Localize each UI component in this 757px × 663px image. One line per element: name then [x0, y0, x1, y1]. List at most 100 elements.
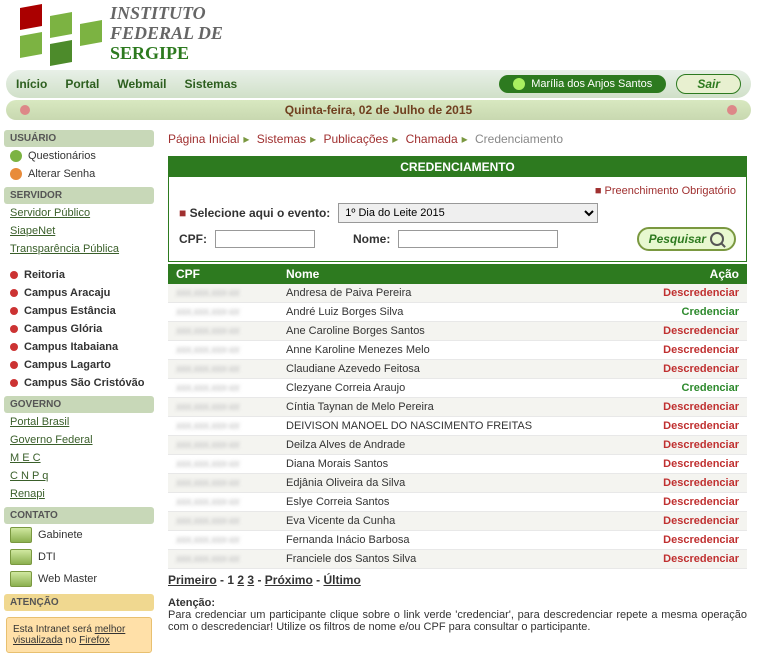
descredenciar-link[interactable]: Descredenciar [663, 515, 739, 527]
institution-title: INSTITUTO FEDERAL DE SERGIPE [110, 4, 223, 63]
bc-publicacoes[interactable]: Publicações [324, 132, 389, 146]
link-transparencia[interactable]: Transparência Pública [10, 243, 119, 255]
campus-reitoria[interactable]: Reitoria [4, 266, 154, 284]
logout-button[interactable]: Sair [676, 74, 741, 94]
contato-gabinete[interactable]: Gabinete [4, 524, 154, 546]
descredenciar-link[interactable]: Descredenciar [663, 496, 739, 508]
cell-nome: DEIVISON MANOEL DO NASCIMENTO FREITAS [278, 417, 637, 436]
table-row: xxx.xxx.xxx-xxAnne Karoline Menezes Melo… [168, 341, 747, 360]
cpf-input[interactable] [215, 230, 315, 248]
descredenciar-link[interactable]: Descredenciar [663, 534, 739, 546]
breadcrumb: Página Inicial▸ Sistemas▸ Publicações▸ C… [168, 128, 747, 156]
link-servidor-publico[interactable]: Servidor Público [10, 207, 90, 219]
panel: CREDENCIAMENTO Preenchimento Obrigatório… [168, 156, 747, 262]
user-icon [513, 78, 525, 90]
nav-inicio[interactable]: Início [16, 77, 47, 91]
campus-estancia[interactable]: Campus Estância [4, 302, 154, 320]
link-renapi[interactable]: Renapi [10, 488, 45, 500]
cell-nome: Eslye Correia Santos [278, 493, 637, 512]
pager-next[interactable]: Próximo [265, 573, 313, 587]
descredenciar-link[interactable]: Descredenciar [663, 439, 739, 451]
cell-cpf: xxx.xxx.xxx-xx [168, 417, 278, 436]
table-row: xxx.xxx.xxx-xxEslye Correia SantosDescre… [168, 493, 747, 512]
cell-cpf: xxx.xxx.xxx-xx [168, 360, 278, 379]
content: Página Inicial▸ Sistemas▸ Publicações▸ C… [158, 122, 757, 663]
table-row: xxx.xxx.xxx-xxCíntia Taynan de Melo Pere… [168, 398, 747, 417]
link-governo-federal[interactable]: Governo Federal [10, 434, 93, 446]
descredenciar-link[interactable]: Descredenciar [663, 458, 739, 470]
results-table: CPF Nome Ação xxx.xxx.xxx-xxAndresa de P… [168, 264, 747, 569]
descredenciar-link[interactable]: Descredenciar [663, 420, 739, 432]
pager-3[interactable]: 3 [247, 573, 254, 587]
cpf-label: CPF: [179, 232, 207, 246]
user-chip: Marília dos Anjos Santos [499, 75, 666, 93]
envelope-icon [10, 527, 32, 543]
pager-first[interactable]: Primeiro [168, 573, 217, 587]
bullet-icon [10, 361, 18, 369]
person-icon [10, 168, 22, 180]
descredenciar-link[interactable]: Descredenciar [663, 287, 739, 299]
bc-current: Credenciamento [475, 132, 563, 146]
header: INSTITUTO FEDERAL DE SERGIPE [0, 0, 757, 68]
cell-acao: Descredenciar [637, 493, 747, 512]
link-siapenet[interactable]: SiapeNet [10, 225, 55, 237]
cell-acao: Descredenciar [637, 417, 747, 436]
cell-nome: Edjânia Oliveira da Silva [278, 474, 637, 493]
sidebar-questionarios[interactable]: Questionários [4, 147, 154, 165]
table-row: xxx.xxx.xxx-xxFranciele dos Santos Silva… [168, 550, 747, 569]
nav-webmail[interactable]: Webmail [117, 77, 166, 91]
sidebar-head-servidor: SERVIDOR [4, 187, 154, 204]
date-bar: Quinta-feira, 02 de Julho de 2015 [6, 100, 751, 120]
cell-cpf: xxx.xxx.xxx-xx [168, 436, 278, 455]
link-cnpq[interactable]: C N P q [10, 470, 48, 482]
pager-last[interactable]: Último [323, 573, 360, 587]
evento-label: Selecione aqui o evento: [179, 206, 330, 220]
credenciar-link[interactable]: Credenciar [682, 306, 739, 318]
descredenciar-link[interactable]: Descredenciar [663, 477, 739, 489]
link-portal-brasil[interactable]: Portal Brasil [10, 416, 69, 428]
nav-sistemas[interactable]: Sistemas [184, 77, 237, 91]
cell-cpf: xxx.xxx.xxx-xx [168, 379, 278, 398]
contato-dti[interactable]: DTI [4, 546, 154, 568]
cell-cpf: xxx.xxx.xxx-xx [168, 284, 278, 303]
campus-gloria[interactable]: Campus Glória [4, 320, 154, 338]
attention-box: Esta Intranet será melhor visualizada no… [6, 617, 152, 653]
link-mec[interactable]: M E C [10, 452, 41, 464]
bc-home[interactable]: Página Inicial [168, 132, 239, 146]
nav-portal[interactable]: Portal [65, 77, 99, 91]
cell-nome: Cíntia Taynan de Melo Pereira [278, 398, 637, 417]
campus-aracaju[interactable]: Campus Aracaju [4, 284, 154, 302]
bc-sistemas[interactable]: Sistemas [257, 132, 306, 146]
campus-itabaiana[interactable]: Campus Itabaiana [4, 338, 154, 356]
bc-chamada[interactable]: Chamada [406, 132, 458, 146]
contato-webmaster[interactable]: Web Master [4, 568, 154, 590]
credenciar-link[interactable]: Credenciar [682, 382, 739, 394]
col-acao: Ação [637, 264, 747, 284]
descredenciar-link[interactable]: Descredenciar [663, 363, 739, 375]
campus-sao-cristovao[interactable]: Campus São Cristóvão [4, 374, 154, 392]
nome-input[interactable] [398, 230, 558, 248]
required-note: Preenchimento Obrigatório [179, 183, 736, 199]
logo-icon [10, 4, 100, 64]
pesquisar-button[interactable]: Pesquisar [637, 227, 736, 251]
cell-acao: Credenciar [637, 379, 747, 398]
table-row: xxx.xxx.xxx-xxFernanda Inácio BarbosaDes… [168, 531, 747, 550]
pager: Primeiro - 1 2 3 - Próximo - Último [168, 569, 747, 591]
cell-cpf: xxx.xxx.xxx-xx [168, 550, 278, 569]
nome-label: Nome: [353, 232, 390, 246]
descredenciar-link[interactable]: Descredenciar [663, 325, 739, 337]
descredenciar-link[interactable]: Descredenciar [663, 344, 739, 356]
sidebar-alterar-senha[interactable]: Alterar Senha [4, 165, 154, 183]
campus-lagarto[interactable]: Campus Lagarto [4, 356, 154, 374]
bullet-icon [10, 379, 18, 387]
sidebar-head-governo: GOVERNO [4, 396, 154, 413]
evento-select[interactable]: 1º Dia do Leite 2015 [338, 203, 598, 223]
descredenciar-link[interactable]: Descredenciar [663, 553, 739, 565]
cell-nome: Eva Vicente da Cunha [278, 512, 637, 531]
help-note: Atenção: Para credenciar um participante… [168, 591, 747, 639]
sidebar-head-atencao: ATENÇÃO [4, 594, 154, 611]
pager-2[interactable]: 2 [237, 573, 244, 587]
cell-acao: Descredenciar [637, 360, 747, 379]
cell-cpf: xxx.xxx.xxx-xx [168, 455, 278, 474]
descredenciar-link[interactable]: Descredenciar [663, 401, 739, 413]
